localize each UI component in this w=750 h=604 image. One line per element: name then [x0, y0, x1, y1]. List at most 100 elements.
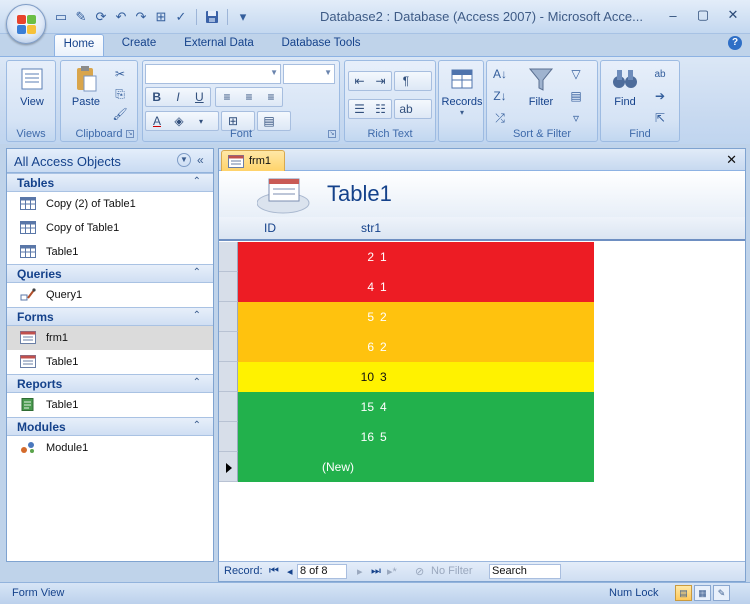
search-input[interactable]: Search	[489, 564, 561, 579]
fill-color-icon[interactable]: ◈	[168, 114, 190, 128]
id-field[interactable]: 15	[278, 400, 374, 414]
underline-icon[interactable]: U	[189, 90, 210, 104]
id-field[interactable]: 5	[278, 310, 374, 324]
record-row[interactable]: 15 4	[219, 392, 594, 422]
str1-field[interactable]: 1	[380, 280, 387, 294]
sort-ascending-icon[interactable]: A↓	[491, 65, 509, 83]
italic-icon[interactable]: I	[167, 90, 188, 104]
align-left-icon[interactable]: ≡	[216, 90, 238, 104]
sort-descending-icon[interactable]: Z↓	[491, 87, 509, 105]
nav-category-queries[interactable]: Queries ⌃	[7, 264, 213, 283]
office-button[interactable]	[6, 4, 46, 44]
highlight-button[interactable]: ab	[394, 99, 432, 119]
record-selector[interactable]	[219, 302, 238, 332]
cut-icon[interactable]: ✂	[111, 65, 129, 83]
format-painter-icon[interactable]: ⊞	[152, 8, 170, 26]
nav-item-modules-module1[interactable]: Module1	[7, 436, 213, 460]
tab-create[interactable]: Create	[112, 34, 166, 56]
align-right-icon[interactable]: ≡	[260, 90, 282, 104]
tab-home[interactable]: Home	[54, 34, 104, 56]
goto-icon[interactable]: ➔	[651, 87, 669, 105]
edit-icon[interactable]: ✎	[72, 8, 90, 26]
records-button[interactable]: Records ▾	[439, 64, 485, 117]
record-row[interactable]: 52	[219, 302, 594, 332]
filter-button[interactable]: Filter	[519, 64, 563, 108]
close-icon[interactable]: ✕	[724, 7, 742, 23]
record-selector[interactable]	[219, 392, 238, 422]
record-selector[interactable]	[219, 422, 238, 452]
collapse-chevron-icon[interactable]: ⌃	[193, 176, 201, 187]
format-painter-brush-icon[interactable]: 🖌	[111, 105, 129, 123]
nav-item-forms-table1[interactable]: Table1	[7, 350, 213, 374]
first-record-icon[interactable]: ⏮	[269, 565, 279, 578]
record-row[interactable]: (New)	[219, 452, 594, 482]
previous-record-icon[interactable]: ◂	[287, 565, 293, 578]
bulleted-list-icon[interactable]: ☷	[370, 102, 391, 116]
new-icon[interactable]: ▭	[52, 8, 70, 26]
record-selector[interactable]	[219, 362, 238, 392]
tab-external-data[interactable]: External Data	[176, 34, 262, 56]
collapse-chevron-icon[interactable]: ⌃	[193, 377, 201, 388]
nav-category-forms[interactable]: Forms ⌃	[7, 307, 213, 326]
record-row[interactable]: 21	[219, 242, 594, 272]
layout-view-icon[interactable]: ▦	[694, 585, 711, 601]
record-selector[interactable]	[219, 242, 238, 272]
shutter-bar-close-icon[interactable]: «	[197, 153, 204, 167]
bold-icon[interactable]: B	[146, 90, 167, 104]
record-selector[interactable]	[219, 452, 238, 482]
nav-item-tables-table1[interactable]: Table1	[7, 240, 213, 264]
refresh-icon[interactable]: ⟳	[92, 8, 110, 26]
record-row[interactable]: 62	[219, 332, 594, 362]
nav-category-reports[interactable]: Reports ⌃	[7, 374, 213, 393]
tab-database-tools[interactable]: Database Tools	[274, 34, 368, 56]
nav-item-tables-copy-of-table1[interactable]: Copy of Table1	[7, 216, 213, 240]
nav-item-tables-copy-2-of-table1[interactable]: Copy (2) of Table1	[7, 192, 213, 216]
record-row[interactable]: 41	[219, 272, 594, 302]
font-size-combo[interactable]: ▼	[283, 64, 335, 84]
font-launcher-icon[interactable]: ↘	[328, 130, 336, 138]
view-button[interactable]: View	[10, 64, 54, 108]
maximize-icon[interactable]: ▢	[694, 7, 712, 23]
selection-filter-icon[interactable]: ▽	[567, 65, 585, 83]
form-view-icon[interactable]: ▤	[675, 585, 692, 601]
help-icon[interactable]: ?	[728, 36, 742, 50]
redo-icon[interactable]: ↷	[132, 8, 150, 26]
record-selector[interactable]	[219, 272, 238, 302]
spell-icon[interactable]: ✓	[172, 8, 190, 26]
id-field[interactable]: 16	[278, 430, 374, 444]
clear-sort-icon[interactable]: ⤮	[491, 109, 509, 127]
nav-item-reports-table1[interactable]: Table1	[7, 393, 213, 417]
filter-status[interactable]: No Filter	[431, 565, 473, 577]
nav-category-tables[interactable]: Tables ⌃	[7, 173, 213, 192]
new-record-icon[interactable]: ▸*	[387, 565, 397, 578]
increase-indent-icon[interactable]: ⇥	[370, 74, 391, 88]
toggle-filter-icon[interactable]: ▿	[567, 109, 585, 127]
paragraph-button[interactable]: ¶	[394, 71, 432, 91]
record-row[interactable]: 16 5	[219, 422, 594, 452]
color-dropdown-icon[interactable]: ▾	[190, 117, 212, 126]
str1-field[interactable]: 5	[380, 430, 387, 444]
last-record-icon[interactable]: ⏭	[371, 565, 381, 578]
collapse-chevron-icon[interactable]: ⌃	[193, 420, 201, 431]
numbered-list-icon[interactable]: ☰	[349, 102, 370, 116]
document-tab-frm1[interactable]: frm1	[221, 150, 285, 171]
font-name-combo[interactable]: ▼	[145, 64, 281, 84]
advanced-filter-icon[interactable]: ▤	[567, 87, 585, 105]
copy-icon[interactable]: ⎘	[111, 85, 129, 103]
decrease-indent-icon[interactable]: ⇤	[349, 74, 370, 88]
str1-field[interactable]: 1	[380, 250, 387, 264]
nav-category-modules[interactable]: Modules ⌃	[7, 417, 213, 436]
font-color-icon[interactable]: A	[146, 114, 168, 128]
design-view-icon[interactable]: ✎	[713, 585, 730, 601]
paste-button[interactable]: Paste	[64, 64, 108, 108]
undo-icon[interactable]: ↶	[112, 8, 130, 26]
customize-icon[interactable]: ▾	[234, 8, 252, 26]
id-field[interactable]: (New)	[258, 460, 354, 474]
record-row[interactable]: 10 3	[219, 362, 594, 392]
str1-field[interactable]: 3	[380, 370, 387, 384]
find-button[interactable]: Find	[603, 64, 647, 108]
align-center-icon[interactable]: ≡	[238, 90, 260, 104]
nav-item-queries-query1[interactable]: Query1	[7, 283, 213, 307]
select-icon[interactable]: ⇱	[651, 109, 669, 127]
next-record-icon[interactable]: ▸	[357, 565, 363, 578]
